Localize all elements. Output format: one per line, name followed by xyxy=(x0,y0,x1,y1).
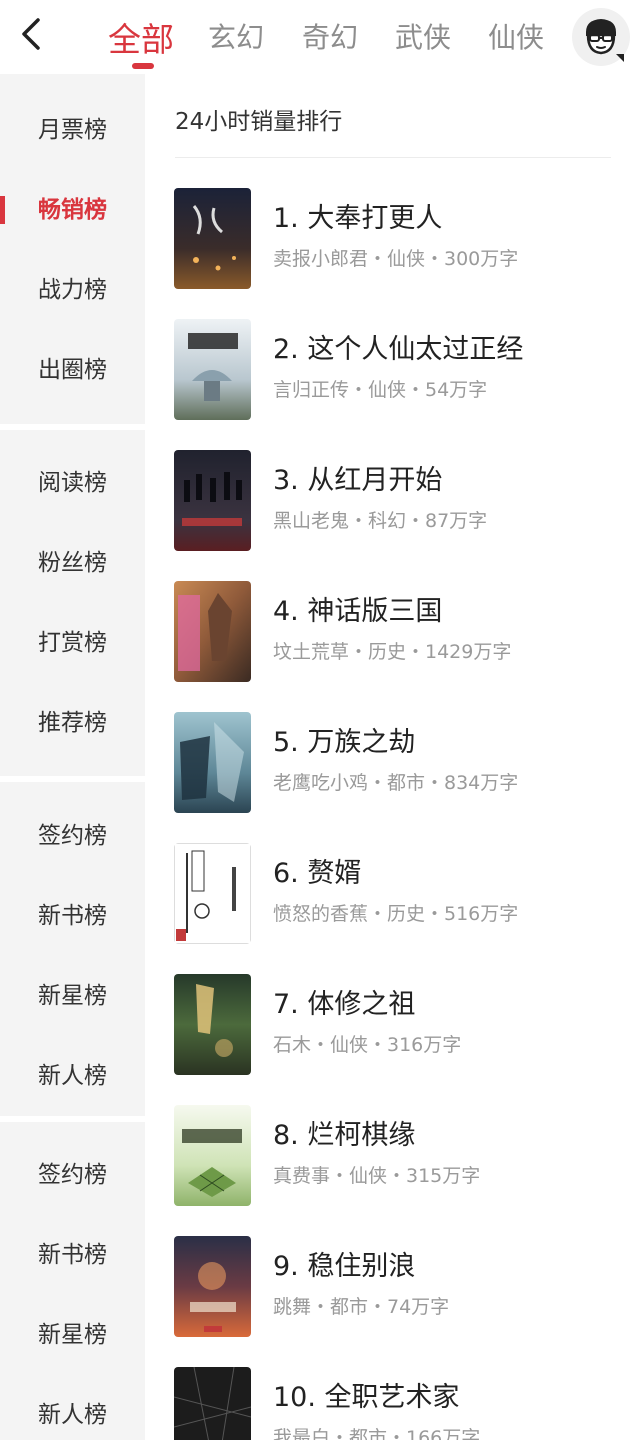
book-item[interactable]: 8. 烂柯棋缘 真费事・仙侠・315万字 xyxy=(145,1105,640,1236)
book-cover[interactable] xyxy=(174,581,251,682)
book-item[interactable]: 7. 体修之祖 石木・仙侠・316万字 xyxy=(145,974,640,1105)
book-cover[interactable] xyxy=(174,450,251,551)
book-meta: 黑山老鬼・科幻・87万字 xyxy=(273,510,488,532)
sidebar-item-label: 粉丝榜 xyxy=(38,550,107,576)
back-button[interactable] xyxy=(14,14,48,54)
chevron-left-icon xyxy=(22,18,40,50)
book-cover[interactable] xyxy=(174,1236,251,1337)
sidebar-item-new-authors-2[interactable]: 新人榜 xyxy=(0,1375,145,1440)
sidebar-item-new-stars-2[interactable]: 新星榜 xyxy=(0,1295,145,1375)
book-meta: 我最白・都市・166万字 xyxy=(273,1427,481,1440)
sidebar-item-tips[interactable]: 打赏榜 xyxy=(0,603,145,683)
tab-qihuan[interactable]: 奇幻 xyxy=(302,16,358,56)
sidebar-item-label: 签约榜 xyxy=(38,823,107,849)
book-item[interactable]: 2. 这个人仙太过正经 言归正传・仙侠・54万字 xyxy=(145,319,640,450)
book-title: 4. 神话版三国 xyxy=(273,596,443,627)
book-meta: 言归正传・仙侠・54万字 xyxy=(273,379,488,401)
book-item[interactable]: 9. 稳住别浪 跳舞・都市・74万字 xyxy=(145,1236,640,1367)
sidebar-item-label: 新书榜 xyxy=(38,1242,107,1268)
book-cover[interactable] xyxy=(174,712,251,813)
sidebar-item-label: 月票榜 xyxy=(38,117,107,143)
sidebar-item-new-stars[interactable]: 新星榜 xyxy=(0,956,145,1036)
book-title: 3. 从红月开始 xyxy=(273,465,443,496)
book-meta: 老鹰吃小鸡・都市・834万字 xyxy=(273,772,519,794)
book-item[interactable]: 10. 全职艺术家 我最白・都市・166万字 xyxy=(145,1367,640,1440)
sidebar-item-power[interactable]: 战力榜 xyxy=(0,250,145,330)
sidebar-item-label: 新星榜 xyxy=(38,1322,107,1348)
sidebar-item-fans[interactable]: 粉丝榜 xyxy=(0,523,145,603)
sidebar-item-monthly-ticket[interactable]: 月票榜 xyxy=(0,90,145,170)
tab-wuxia[interactable]: 武侠 xyxy=(395,16,451,56)
book-cover[interactable] xyxy=(174,188,251,289)
sidebar-item-label: 阅读榜 xyxy=(38,470,107,496)
sidebar-item-label: 签约榜 xyxy=(38,1162,107,1188)
active-tab-indicator xyxy=(132,63,154,69)
ranking-list: 24小时销量排行 1. 大奉打更人 卖报小郎君・仙侠・300万字 2. 这个人仙… xyxy=(145,74,640,1440)
sidebar-item-new-authors[interactable]: 新人榜 xyxy=(0,1036,145,1116)
book-meta: 愤怒的香蕉・历史・516万字 xyxy=(273,903,519,925)
sidebar-item-label: 新人榜 xyxy=(38,1402,107,1428)
top-bar: 全部 玄幻 奇幻 武侠 仙侠 xyxy=(0,0,640,74)
book-cover[interactable] xyxy=(174,974,251,1075)
sidebar-item-label: 新星榜 xyxy=(38,983,107,1009)
book-title: 1. 大奉打更人 xyxy=(273,203,443,234)
book-cover[interactable] xyxy=(174,843,251,944)
book-meta: 坟土荒草・历史・1429万字 xyxy=(273,641,512,663)
sidebar-item-breakout[interactable]: 出圈榜 xyxy=(0,330,145,410)
book-item[interactable]: 6. 赘婿 愤怒的香蕉・历史・516万字 xyxy=(145,843,640,974)
book-meta: 跳舞・都市・74万字 xyxy=(273,1296,450,1318)
sidebar-item-label: 新书榜 xyxy=(38,903,107,929)
book-meta: 石木・仙侠・316万字 xyxy=(273,1034,462,1056)
book-title: 7. 体修之祖 xyxy=(273,989,416,1020)
book-item[interactable]: 3. 从红月开始 黑山老鬼・科幻・87万字 xyxy=(145,450,640,581)
sidebar-item-label: 战力榜 xyxy=(38,277,107,303)
list-title: 24小时销量排行 xyxy=(175,109,343,135)
book-item[interactable]: 4. 神话版三国 坟土荒草・历史・1429万字 xyxy=(145,581,640,712)
book-title: 10. 全职艺术家 xyxy=(273,1382,460,1413)
reader-avatar-icon xyxy=(586,19,624,62)
sidebar-item-new-books-2[interactable]: 新书榜 xyxy=(0,1215,145,1295)
book-cover[interactable] xyxy=(174,1367,251,1440)
tab-xuanhuan[interactable]: 玄幻 xyxy=(208,16,264,56)
sidebar-item-label: 出圈榜 xyxy=(38,357,107,383)
tab-xianxia[interactable]: 仙侠 xyxy=(488,16,544,56)
sidebar-item-bestseller[interactable]: 畅销榜 xyxy=(0,170,145,250)
book-title: 6. 赘婿 xyxy=(273,858,362,889)
ranking-sidebar: 月票榜 畅销榜 战力榜 出圈榜 阅读榜 粉丝榜 打赏榜 推荐榜 签约榜 新书榜 … xyxy=(0,74,145,1440)
tab-all[interactable]: 全部 xyxy=(108,13,174,61)
book-title: 8. 烂柯棋缘 xyxy=(273,1120,416,1151)
sidebar-item-recommend[interactable]: 推荐榜 xyxy=(0,683,145,763)
sidebar-item-label: 新人榜 xyxy=(38,1063,107,1089)
sidebar-item-new-books[interactable]: 新书榜 xyxy=(0,876,145,956)
sidebar-divider xyxy=(0,1116,145,1122)
sidebar-item-label: 打赏榜 xyxy=(38,630,107,656)
book-meta: 真费事・仙侠・315万字 xyxy=(273,1165,481,1187)
book-title: 5. 万族之劫 xyxy=(273,727,416,758)
sidebar-item-reading[interactable]: 阅读榜 xyxy=(0,443,145,523)
book-title: 9. 稳住别浪 xyxy=(273,1251,416,1282)
book-title: 2. 这个人仙太过正经 xyxy=(273,334,524,365)
book-meta: 卖报小郎君・仙侠・300万字 xyxy=(273,248,519,270)
avatar-button[interactable] xyxy=(572,8,630,66)
sidebar-divider xyxy=(0,424,145,430)
book-item[interactable]: 5. 万族之劫 老鹰吃小鸡・都市・834万字 xyxy=(145,712,640,843)
book-cover[interactable] xyxy=(174,1105,251,1206)
sidebar-item-signed-2[interactable]: 签约榜 xyxy=(0,1135,145,1215)
sidebar-item-label: 推荐榜 xyxy=(38,710,107,736)
book-item[interactable]: 1. 大奉打更人 卖报小郎君・仙侠・300万字 xyxy=(145,188,640,319)
list-divider xyxy=(175,157,611,158)
sidebar-divider xyxy=(0,776,145,782)
sidebar-item-label: 畅销榜 xyxy=(38,197,107,223)
active-item-marker xyxy=(0,196,5,224)
book-cover[interactable] xyxy=(174,319,251,420)
sidebar-item-signed[interactable]: 签约榜 xyxy=(0,796,145,876)
